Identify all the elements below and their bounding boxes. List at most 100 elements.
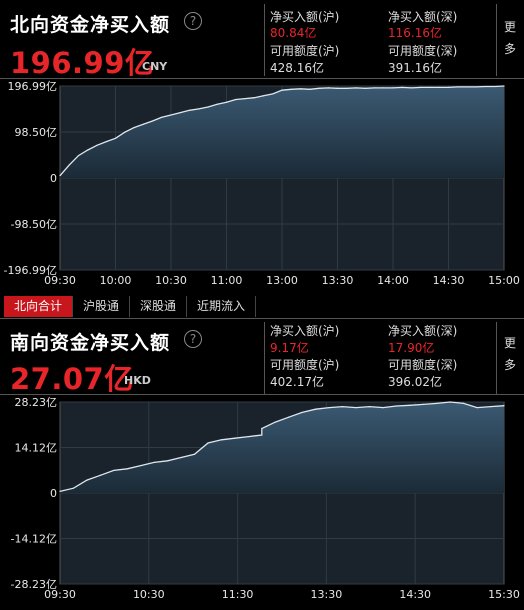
data-point	[373, 87, 376, 89]
northbound-panel: 北向资金净买入额 ? 196.99亿 CNY 净买入额(沪) 80.84亿 可用…	[0, 0, 524, 296]
data-point	[392, 87, 394, 89]
data-point	[72, 487, 75, 489]
divider	[264, 4, 265, 76]
data-point	[449, 401, 451, 403]
data-point	[272, 93, 274, 95]
more-button[interactable]: 更 多	[498, 332, 522, 376]
data-point	[336, 87, 339, 89]
northbound-currency: CNY	[142, 60, 168, 73]
tab-bar: 北向合计 沪股通 深股通 近期流入	[4, 296, 524, 317]
sh-quota-value: 428.16亿	[270, 61, 324, 75]
data-point	[341, 406, 344, 408]
data-point	[438, 86, 440, 88]
sh-net-buy-label: 净买入额(沪)	[270, 10, 340, 24]
divider	[496, 322, 497, 394]
data-point	[383, 87, 385, 89]
help-icon[interactable]: ?	[184, 330, 202, 348]
sz-quota-value: 396.02亿	[388, 375, 442, 389]
data-point	[179, 112, 181, 114]
data-point	[235, 98, 237, 101]
x-tick-label: 14:30	[433, 274, 465, 287]
y-tick-label: 0	[50, 487, 57, 500]
data-point	[86, 479, 88, 481]
x-tick-label: 09:30	[44, 274, 76, 287]
data-point	[484, 85, 487, 88]
data-point	[420, 86, 422, 88]
southbound-panel: 南向资金净买入额 ? 27.07亿 HKD 净买入额(沪) 9.17亿 可用额度…	[0, 318, 524, 610]
data-point	[96, 144, 98, 146]
data-point	[503, 85, 505, 87]
sz-net-buy-value: 17.90亿	[388, 341, 435, 355]
x-tick-label: 14:30	[399, 588, 431, 601]
y-tick-label: -14.12亿	[11, 533, 57, 546]
data-point	[207, 106, 209, 108]
data-point	[447, 86, 450, 88]
data-point	[436, 402, 438, 404]
sh-quota-label: 可用额度(沪)	[270, 358, 340, 372]
northbound-chart: 196.99亿98.50亿0-98.50亿-196.99亿09:30 10:00 1…	[4, 80, 520, 287]
data-point	[327, 87, 329, 89]
x-tick-label: 13:30	[322, 274, 354, 287]
data-point	[99, 474, 101, 476]
x-tick-label: 15:30	[488, 588, 520, 601]
data-point	[151, 120, 154, 122]
sz-quota-label: 可用额度(深)	[388, 358, 458, 372]
data-point	[309, 88, 311, 90]
data-point	[410, 87, 413, 89]
x-tick-label: 09:30	[44, 588, 76, 601]
data-point	[77, 154, 80, 157]
data-point	[494, 85, 496, 88]
divider	[496, 4, 497, 76]
data-point	[234, 437, 236, 439]
data-point	[105, 140, 107, 143]
sh-quota-label: 可用额度(沪)	[270, 44, 340, 58]
data-point	[401, 86, 403, 88]
x-tick-label: 13:30	[311, 588, 343, 601]
data-point	[288, 416, 290, 418]
data-point	[133, 126, 135, 129]
data-point	[328, 406, 330, 409]
divider	[264, 322, 265, 394]
data-point	[161, 116, 163, 118]
sz-net-buy-label: 净买入额(深)	[388, 324, 458, 338]
sz-net-buy-label: 净买入额(深)	[388, 10, 458, 24]
y-tick-label: 0	[50, 172, 57, 185]
more-label-1: 更	[503, 336, 516, 350]
data-point	[368, 406, 371, 408]
data-point	[489, 406, 492, 408]
tab-shanghai-connect[interactable]: 沪股通	[73, 296, 131, 317]
data-point	[113, 469, 115, 472]
data-point	[188, 109, 191, 111]
data-point	[457, 86, 459, 88]
data-point	[315, 408, 317, 410]
data-point	[364, 87, 366, 89]
data-point	[318, 87, 320, 89]
x-tick-label: 10:30	[133, 588, 165, 601]
data-point	[261, 434, 263, 436]
more-button[interactable]: 更 多	[498, 16, 522, 60]
help-icon[interactable]: ?	[184, 12, 202, 30]
y-tick-label: -98.50亿	[11, 218, 57, 231]
more-label-2: 多	[503, 358, 516, 372]
data-point	[216, 103, 218, 105]
data-point	[114, 137, 117, 139]
sh-net-buy-value: 9.17亿	[270, 341, 309, 355]
data-point	[180, 456, 182, 459]
sz-net-buy-value: 116.16亿	[388, 26, 442, 40]
data-point	[124, 131, 126, 133]
data-point	[355, 87, 357, 89]
data-point	[140, 465, 142, 467]
x-tick-label: 14:00	[377, 274, 409, 287]
data-point	[503, 405, 505, 407]
southbound-title: 南向资金净买入额	[10, 332, 171, 354]
data-point	[274, 421, 276, 423]
x-tick-label: 11:30	[222, 588, 254, 601]
y-tick-label: 98.50亿	[15, 126, 58, 139]
tab-recent-inflow[interactable]: 近期流入	[187, 296, 257, 317]
data-point	[466, 86, 468, 88]
divider	[0, 318, 524, 319]
tab-northbound-total[interactable]: 北向合计	[4, 296, 74, 317]
data-point	[170, 114, 172, 116]
tab-shenzhen-connect[interactable]: 深股通	[130, 296, 188, 317]
x-tick-label: 10:00	[100, 274, 132, 287]
